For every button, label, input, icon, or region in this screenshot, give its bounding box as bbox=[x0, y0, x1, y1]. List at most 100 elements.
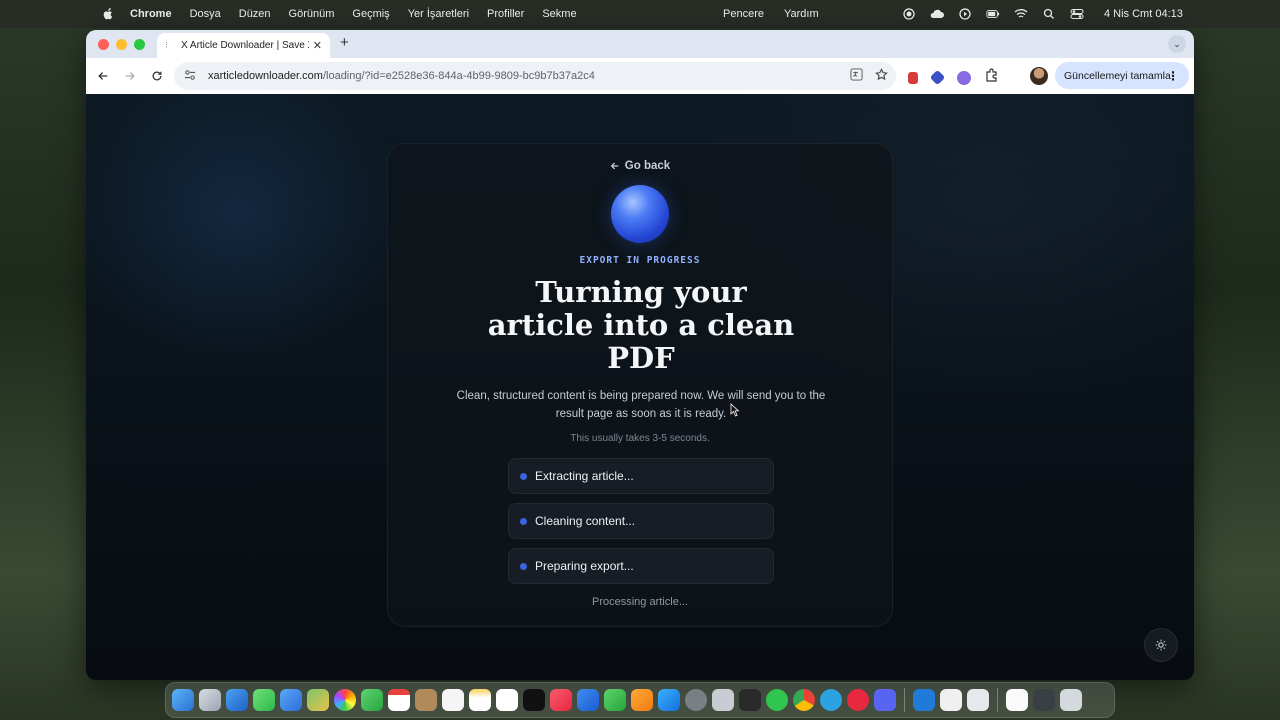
window-controls bbox=[98, 38, 145, 50]
menu-bookmarks[interactable]: Yer İşaretleri bbox=[408, 8, 469, 20]
document-icon[interactable] bbox=[1006, 689, 1028, 711]
cloud-icon[interactable] bbox=[930, 8, 944, 20]
zoom-window-button[interactable] bbox=[134, 38, 145, 50]
address-bar[interactable]: xarticledownloader.com/loading/?id=e2528… bbox=[174, 62, 896, 90]
forward-arrow-icon[interactable] bbox=[121, 67, 139, 85]
chrome-icon[interactable] bbox=[793, 689, 815, 711]
page-subtitle: Clean, structured content is being prepa… bbox=[456, 390, 826, 420]
maps-icon[interactable] bbox=[307, 689, 329, 711]
menu-app-name[interactable]: Chrome bbox=[130, 8, 172, 20]
facetime-icon[interactable] bbox=[361, 689, 383, 711]
menubar-clock[interactable]: 4 Nis Cmt 04:13 bbox=[1104, 8, 1183, 20]
macos-menubar: Chrome Dosya Düzen Görünüm Geçmiş Yer İş… bbox=[0, 0, 1280, 28]
page-viewport: Go back EXPORT IN PROGRESS Turning your … bbox=[86, 94, 1194, 680]
go-back-link[interactable]: Go back bbox=[388, 160, 892, 172]
update-button[interactable]: Güncellemeyi tamamla ⋮ bbox=[1055, 62, 1189, 89]
password-extension-icon[interactable] bbox=[908, 71, 918, 84]
back-arrow-icon[interactable] bbox=[94, 67, 112, 85]
reminders-icon[interactable] bbox=[442, 689, 464, 711]
url-path: /loading/?id=e2528e36-844a-4b99-9809-bc9… bbox=[322, 70, 595, 82]
textedit-icon[interactable] bbox=[940, 689, 962, 711]
dock-separator bbox=[904, 688, 905, 712]
numbers-icon[interactable] bbox=[604, 689, 626, 711]
menu-file[interactable]: Dosya bbox=[190, 8, 221, 20]
trash-icon[interactable] bbox=[1060, 689, 1082, 711]
discord-icon[interactable] bbox=[874, 689, 896, 711]
bookmark-star-icon[interactable] bbox=[875, 68, 888, 84]
battery-icon[interactable] bbox=[986, 8, 1000, 20]
menu-window[interactable]: Pencere bbox=[723, 8, 764, 20]
menu-help[interactable]: Yardım bbox=[784, 8, 819, 20]
step-label: Preparing export... bbox=[535, 559, 634, 573]
extensions-area bbox=[908, 68, 999, 87]
telegram-icon[interactable] bbox=[820, 689, 842, 711]
menu-history[interactable]: Geçmiş bbox=[352, 8, 389, 20]
apple-icon[interactable] bbox=[102, 7, 116, 21]
progress-orb bbox=[611, 185, 669, 243]
step-cleaning: Cleaning content... bbox=[508, 503, 774, 539]
safari-icon[interactable] bbox=[226, 689, 248, 711]
screenshot-icon[interactable] bbox=[1033, 689, 1055, 711]
app-store-icon[interactable] bbox=[658, 689, 680, 711]
step-label: Extracting article... bbox=[535, 469, 634, 483]
apple-tv-icon[interactable] bbox=[523, 689, 545, 711]
photos-icon[interactable] bbox=[334, 689, 356, 711]
ai-extension-icon[interactable] bbox=[957, 70, 971, 85]
step-extracting: Extracting article... bbox=[508, 458, 774, 494]
new-tab-icon[interactable]: + bbox=[340, 34, 349, 51]
iphone-mirroring-icon[interactable] bbox=[712, 689, 734, 711]
menu-view[interactable]: Görünüm bbox=[289, 8, 335, 20]
translate-icon[interactable] bbox=[850, 68, 863, 84]
music-icon[interactable] bbox=[550, 689, 572, 711]
step-dot-icon bbox=[520, 472, 527, 480]
tab-bar: ⁝ X Article Downloader | Save X ✕ + ⌄ bbox=[86, 30, 1194, 58]
update-button-label: Güncellemeyi tamamla bbox=[1064, 69, 1171, 82]
close-tab-icon[interactable]: ✕ bbox=[313, 39, 322, 52]
control-center-icon[interactable] bbox=[1070, 8, 1084, 20]
reload-icon[interactable] bbox=[148, 67, 166, 85]
menu-edit[interactable]: Düzen bbox=[239, 8, 271, 20]
pages-icon[interactable] bbox=[631, 689, 653, 711]
profile-avatar[interactable] bbox=[1030, 67, 1048, 85]
status-label: EXPORT IN PROGRESS bbox=[579, 255, 701, 266]
notes-icon[interactable] bbox=[469, 689, 491, 711]
browser-toolbar: xarticledownloader.com/loading/?id=e2528… bbox=[86, 58, 1194, 94]
dock-separator bbox=[997, 688, 998, 712]
menu-profiles[interactable]: Profiller bbox=[487, 8, 524, 20]
cursor-app-icon[interactable] bbox=[739, 689, 761, 711]
youtube-music-icon[interactable] bbox=[847, 689, 869, 711]
puzzle-extensions-icon[interactable] bbox=[985, 68, 999, 87]
keynote-icon[interactable] bbox=[577, 689, 599, 711]
go-back-label: Go back bbox=[624, 160, 671, 172]
finder-icon[interactable] bbox=[172, 689, 194, 711]
play-icon[interactable] bbox=[958, 8, 972, 20]
diamond-extension-icon[interactable] bbox=[929, 69, 946, 86]
close-window-button[interactable] bbox=[98, 38, 109, 50]
record-icon[interactable] bbox=[902, 8, 916, 20]
messages-icon[interactable] bbox=[253, 689, 275, 711]
menu-tab[interactable]: Sekme bbox=[542, 8, 576, 20]
calendar-icon[interactable] bbox=[388, 689, 410, 711]
processing-status: Processing article... bbox=[592, 596, 688, 608]
sun-icon bbox=[1155, 639, 1167, 651]
progress-steps: Extracting article... Cleaning content..… bbox=[508, 458, 774, 593]
tab-active[interactable]: ⁝ X Article Downloader | Save X ✕ bbox=[157, 33, 330, 58]
preview-icon[interactable] bbox=[967, 689, 989, 711]
mail-icon[interactable] bbox=[280, 689, 302, 711]
wifi-icon[interactable] bbox=[1014, 8, 1028, 20]
loading-card: Go back EXPORT IN PROGRESS Turning your … bbox=[387, 143, 893, 627]
loading-icon: ⁝ bbox=[165, 40, 168, 50]
more-menu-icon[interactable]: ⋮ bbox=[1167, 69, 1179, 83]
tab-search-icon[interactable]: ⌄ bbox=[1168, 35, 1186, 53]
theme-toggle-button[interactable] bbox=[1144, 628, 1178, 662]
vscode-icon[interactable] bbox=[913, 689, 935, 711]
arrow-left-icon bbox=[610, 162, 619, 170]
launchpad-icon[interactable] bbox=[199, 689, 221, 711]
minimize-window-button[interactable] bbox=[116, 38, 127, 50]
notes-brown-icon[interactable] bbox=[415, 689, 437, 711]
freeform-icon[interactable] bbox=[496, 689, 518, 711]
whatsapp-icon[interactable] bbox=[766, 689, 788, 711]
site-settings-icon[interactable] bbox=[184, 69, 198, 84]
search-icon[interactable] bbox=[1042, 8, 1056, 20]
system-settings-icon[interactable] bbox=[685, 689, 707, 711]
